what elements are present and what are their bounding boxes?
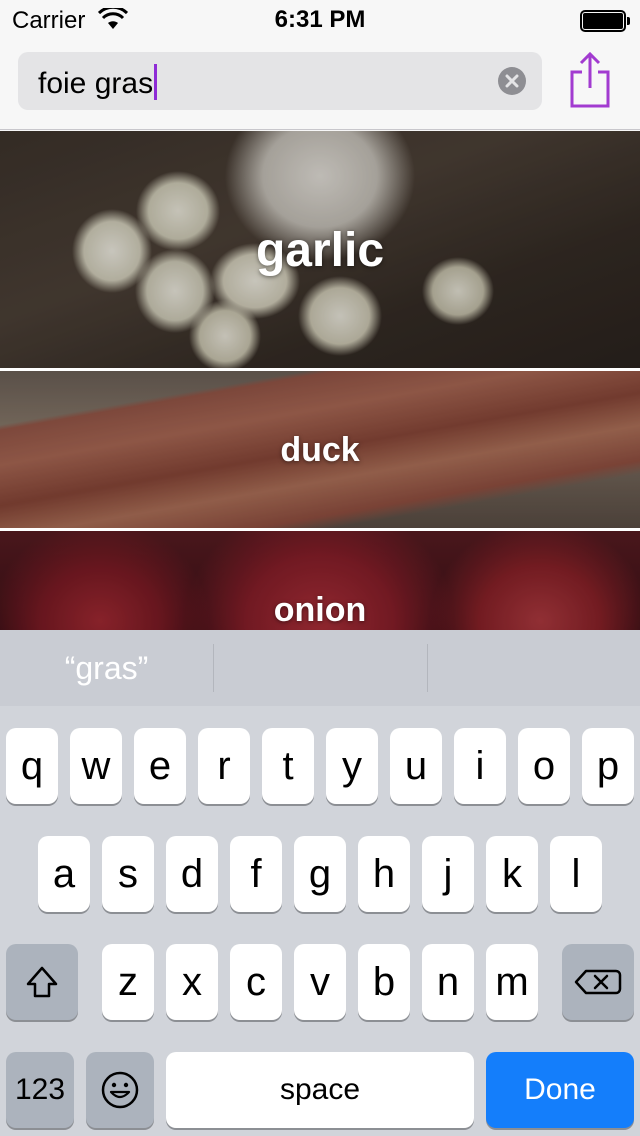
nav-bar: foie gras: [0, 40, 640, 130]
key-i[interactable]: i: [454, 728, 506, 804]
key-p[interactable]: p: [582, 728, 634, 804]
ingredient-title: garlic: [255, 224, 385, 277]
ingredient-cell-onion[interactable]: onion: [0, 531, 640, 630]
key-c[interactable]: c: [230, 944, 282, 1020]
ingredient-title: duck: [280, 431, 360, 469]
key-k[interactable]: k: [486, 836, 538, 912]
suggestion-3[interactable]: [428, 630, 640, 706]
clear-icon: [505, 74, 519, 88]
key-n[interactable]: n: [422, 944, 474, 1020]
share-icon: [570, 51, 610, 108]
space-key[interactable]: space: [166, 1052, 474, 1128]
ingredient-title: onion: [273, 591, 367, 629]
search-text-wrap: foie gras: [38, 64, 158, 101]
key-a[interactable]: a: [38, 836, 90, 912]
battery-icon: [580, 10, 630, 32]
done-key[interactable]: Done: [486, 1052, 634, 1128]
shift-key[interactable]: [6, 944, 78, 1020]
status-bar: Carrier 6:31 PM: [0, 0, 640, 40]
key-v[interactable]: v: [294, 944, 346, 1020]
key-x[interactable]: x: [166, 944, 218, 1020]
key-z[interactable]: z: [102, 944, 154, 1020]
clock: 6:31 PM: [274, 6, 366, 33]
emoji-icon: [101, 1071, 139, 1109]
backspace-icon: [574, 969, 622, 995]
key-j[interactable]: j: [422, 836, 474, 912]
key-d[interactable]: d: [166, 836, 218, 912]
ingredient-cell-garlic[interactable]: garlic: [0, 131, 640, 368]
ingredient-list: garlic duck onion: [0, 131, 640, 630]
key-t[interactable]: t: [262, 728, 314, 804]
key-e[interactable]: e: [134, 728, 186, 804]
numbers-key[interactable]: 123: [6, 1052, 74, 1128]
search-input[interactable]: foie gras: [18, 52, 542, 110]
share-button[interactable]: [566, 50, 614, 110]
key-b[interactable]: b: [358, 944, 410, 1020]
key-o[interactable]: o: [518, 728, 570, 804]
key-u[interactable]: u: [390, 728, 442, 804]
ingredient-cell-duck[interactable]: duck: [0, 371, 640, 528]
predictive-bar: “gras”: [0, 630, 640, 706]
emoji-key[interactable]: [86, 1052, 154, 1128]
key-l[interactable]: l: [550, 836, 602, 912]
key-f[interactable]: f: [230, 836, 282, 912]
suggestion-2[interactable]: [214, 630, 427, 706]
key-s[interactable]: s: [102, 836, 154, 912]
search-value: foie gras: [38, 67, 154, 100]
key-m[interactable]: m: [486, 944, 538, 1020]
key-g[interactable]: g: [294, 836, 346, 912]
key-q[interactable]: q: [6, 728, 58, 804]
key-h[interactable]: h: [358, 836, 410, 912]
key-r[interactable]: r: [198, 728, 250, 804]
suggestion-1[interactable]: “gras”: [0, 630, 213, 706]
clear-search-button[interactable]: [498, 67, 526, 95]
text-caret: [154, 64, 158, 100]
backspace-key[interactable]: [562, 944, 634, 1020]
shift-icon: [26, 966, 58, 998]
key-w[interactable]: w: [70, 728, 122, 804]
keyboard: “gras” q w e r t y u i o p a s d f g h j…: [0, 630, 640, 1136]
key-y[interactable]: y: [326, 728, 378, 804]
